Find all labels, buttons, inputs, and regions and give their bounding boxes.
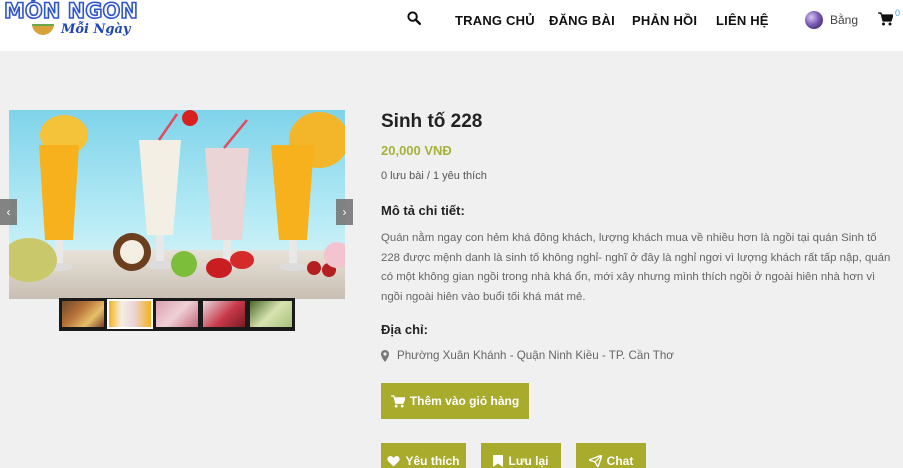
- add-to-cart-button[interactable]: Thêm vào giỏ hàng: [381, 383, 529, 419]
- cart-icon: [390, 394, 405, 408]
- map-marker-icon: [381, 350, 389, 362]
- search-icon[interactable]: [407, 11, 421, 25]
- thumbnail[interactable]: [62, 301, 104, 327]
- product-address: Phường Xuân Khánh - Quận Ninh Kiều - TP.…: [397, 349, 674, 362]
- thumbnail-active[interactable]: [107, 299, 153, 329]
- bookmark-icon: [493, 455, 504, 467]
- cart-count-badge: 0: [895, 8, 901, 18]
- add-to-cart-label: Thêm vào giỏ hàng: [409, 394, 520, 408]
- product-stats: 0 lưu bài / 1 yêu thích: [381, 170, 487, 182]
- thumbnail-strip: [59, 298, 295, 331]
- logo-title: MÓN NGON: [3, 0, 138, 24]
- logo-bowl-icon: [32, 24, 54, 35]
- gallery-prev-button[interactable]: ‹: [0, 199, 17, 225]
- nav-contact[interactable]: LIÊN HỆ: [716, 13, 769, 28]
- nav-feedback[interactable]: PHẢN HỒI: [632, 13, 697, 28]
- avatar[interactable]: [805, 11, 823, 29]
- address-heading: Địa chỉ:: [381, 322, 428, 337]
- save-button[interactable]: Lưu lại: [481, 443, 561, 468]
- like-button[interactable]: Yêu thích: [381, 443, 466, 468]
- chat-label: Chat: [606, 454, 634, 468]
- like-label: Yêu thích: [405, 454, 460, 468]
- smoothie-photo: [9, 110, 345, 299]
- thumbnail[interactable]: [156, 301, 198, 327]
- chat-button[interactable]: Chat: [576, 443, 646, 468]
- thumbnail[interactable]: [203, 301, 245, 327]
- product-price: 20,000 VNĐ: [381, 143, 452, 158]
- product-title: Sinh tố 228: [381, 111, 483, 132]
- logo-subtitle: Mỗi Ngày: [61, 22, 131, 37]
- heart-icon: [387, 456, 401, 467]
- site-logo[interactable]: MÓN NGON Mỗi Ngày: [3, 0, 154, 43]
- nav-post[interactable]: ĐĂNG BÀI: [549, 13, 615, 28]
- thumbnail[interactable]: [250, 301, 292, 327]
- user-name[interactable]: Bằng: [830, 13, 858, 27]
- send-icon: [588, 455, 602, 467]
- save-label: Lưu lại: [508, 454, 549, 468]
- cart-icon[interactable]: [878, 12, 893, 26]
- gallery-next-button[interactable]: ›: [336, 199, 353, 225]
- top-navbar: MÓN NGON Mỗi Ngày TRANG CHỦ ĐĂNG BÀI PHẢ…: [0, 0, 903, 51]
- nav-home[interactable]: TRANG CHỦ: [455, 13, 535, 28]
- product-main-image: [9, 110, 345, 299]
- product-description: Quán nằm ngay con hẻm khá đông khách, lư…: [381, 232, 891, 303]
- description-heading: Mô tả chi tiết:: [381, 203, 465, 218]
